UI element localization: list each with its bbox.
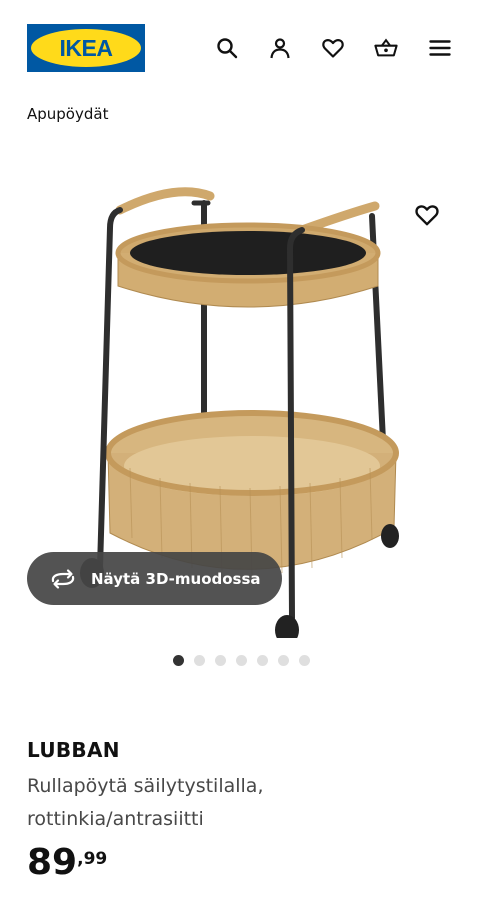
menu-icon — [429, 40, 451, 56]
search-icon — [217, 38, 238, 59]
wishlist-button[interactable] — [318, 32, 348, 64]
price-decimals: ,99 — [77, 849, 108, 869]
view-3d-button[interactable]: Näytä 3D-muodossa — [27, 552, 282, 605]
heart-icon — [415, 205, 439, 226]
gallery-dot[interactable] — [214, 655, 226, 666]
search-button[interactable] — [212, 32, 242, 64]
product-name: LUBBAN — [27, 738, 120, 762]
product-price: 89 ,99 — [27, 842, 107, 884]
breadcrumb[interactable]: Apupöydät — [27, 105, 108, 123]
account-button[interactable] — [265, 32, 295, 64]
gallery-dot[interactable] — [277, 655, 289, 666]
gallery-dot[interactable] — [298, 655, 310, 666]
heart-icon — [322, 39, 344, 58]
logo-text: IKEA — [60, 35, 113, 61]
rotate-3d-icon — [51, 568, 75, 589]
add-to-wishlist-button[interactable] — [408, 196, 446, 234]
product-description: Rullapöytä säilytystilalla, rottinkia/an… — [27, 775, 264, 830]
gallery-dot[interactable] — [172, 655, 184, 666]
gallery-dot[interactable] — [235, 655, 247, 666]
gallery-pagination — [0, 655, 480, 669]
gallery-dot[interactable] — [256, 655, 268, 666]
view-3d-label: Näytä 3D-muodossa — [91, 569, 261, 588]
top-header: IKEA — [0, 0, 480, 96]
price-integer: 89 — [27, 842, 78, 883]
menu-button[interactable] — [425, 32, 455, 64]
ikea-logo[interactable]: IKEA — [27, 24, 145, 72]
gallery-dot[interactable] — [193, 655, 205, 666]
account-icon — [270, 38, 290, 59]
basket-icon — [374, 38, 398, 57]
basket-button[interactable] — [371, 32, 401, 64]
